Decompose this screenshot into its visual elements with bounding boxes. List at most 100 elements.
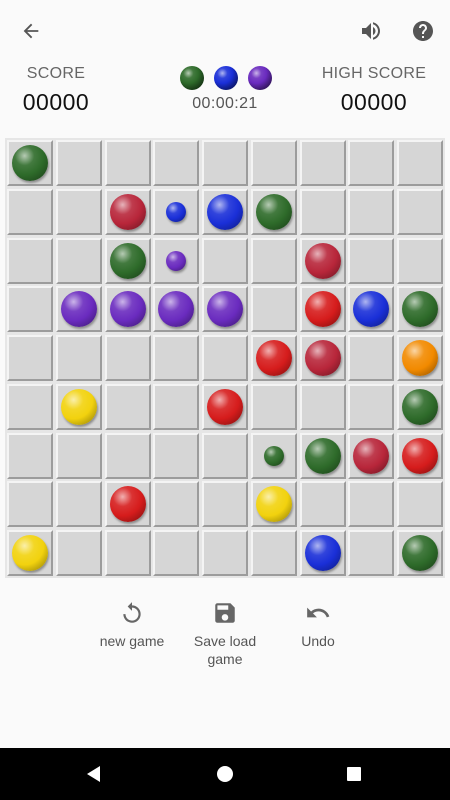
nav-recent-square-icon [347,767,361,781]
ball-green[interactable] [304,437,341,474]
ball-red[interactable] [255,340,292,376]
board-cell-r6-c0[interactable] [7,432,53,479]
ball-green[interactable] [402,291,438,328]
system-nav-bar [0,748,450,800]
board-cell-r5-c7[interactable] [348,383,395,430]
undo-button[interactable]: Undo [288,600,348,650]
board-cell-r8-c7[interactable] [348,530,395,576]
board-cell-r2-c5[interactable] [250,237,297,284]
ball-green[interactable] [109,242,146,279]
board-cell-r5-c6[interactable] [299,383,346,430]
board-cell-r5-c5[interactable] [250,383,297,430]
ball-green[interactable] [12,145,48,181]
board-cell-r8-c3[interactable] [153,530,200,576]
board-cell-r0-c3[interactable] [153,140,200,186]
board-cell-r7-c4[interactable] [202,481,248,528]
board-cell-r2-c7[interactable] [348,237,395,284]
ball-green[interactable] [255,193,292,230]
ball-red[interactable] [402,437,438,474]
next-ball-marker-purple[interactable] [166,250,187,271]
sound-button[interactable] [351,11,391,51]
new-game-button[interactable]: new game [92,600,172,650]
board-cell-r1-c6[interactable] [299,188,346,235]
board-cell-r8-c4[interactable] [202,530,248,576]
board-cell-r4-c2[interactable] [104,335,151,381]
back-button[interactable] [11,11,51,51]
ball-yellow[interactable] [12,535,48,571]
board-cell-r0-c7[interactable] [348,140,395,186]
board-cell-r7-c7[interactable] [348,481,395,528]
nav-recent-button[interactable] [340,760,368,788]
board-cell-r0-c6[interactable] [299,140,346,186]
board-cell-r2-c8[interactable] [397,237,443,284]
ball-yellow[interactable] [255,486,292,523]
save-load-button[interactable]: Save load game [182,600,268,668]
board-cell-r0-c4[interactable] [202,140,248,186]
board-cell-r1-c7[interactable] [348,188,395,235]
score-value: 00000 [22,89,90,115]
board-cell-r3-c0[interactable] [7,286,53,333]
board-cell-r4-c3[interactable] [153,335,200,381]
board-cell-r7-c6[interactable] [299,481,346,528]
ball-dark-red[interactable] [304,340,341,376]
arrow-left-icon [23,23,39,39]
next-ball-marker-blue[interactable] [166,201,187,222]
ball-dark-red[interactable] [109,193,146,230]
board-cell-r0-c8[interactable] [397,140,443,186]
board-cell-r2-c0[interactable] [7,237,53,284]
ball-purple[interactable] [109,291,146,328]
refresh-icon [123,602,141,623]
ball-dark-red[interactable] [353,437,390,474]
board-cell-r4-c0[interactable] [7,335,53,381]
ball-purple[interactable] [60,291,97,328]
volume-icon [362,22,380,40]
board-cell-r2-c4[interactable] [202,237,248,284]
board-cell-r5-c3[interactable] [153,383,200,430]
board-cell-r6-c2[interactable] [104,432,151,479]
board-cell-r6-c3[interactable] [153,432,200,479]
board-cell-r7-c8[interactable] [397,481,443,528]
ball-green[interactable] [402,388,438,425]
board-cell-r8-c5[interactable] [250,530,297,576]
high-score-value: 00000 [340,89,408,115]
board-cell-r7-c3[interactable] [153,481,200,528]
board-cell-r0-c5[interactable] [250,140,297,186]
board-cell-r5-c0[interactable] [7,383,53,430]
ball-red[interactable] [304,291,341,328]
nav-home-button[interactable] [211,760,239,788]
ball-green[interactable] [402,535,438,571]
board-cell-r8-c2[interactable] [104,530,151,576]
high-score-panel: HIGH SCORE 00000 [309,64,439,120]
help-button[interactable] [403,11,443,51]
board-cell-r1-c1[interactable] [55,188,102,235]
score-panel: SCORE 00000 [1,64,111,120]
board-cell-r4-c1[interactable] [55,335,102,381]
board-cell-r7-c1[interactable] [55,481,102,528]
board-cell-r4-c4[interactable] [202,335,248,381]
save-icon [215,603,235,623]
next-ball-marker-green[interactable] [263,445,284,466]
board-cell-r1-c0[interactable] [7,188,53,235]
nav-back-button[interactable] [80,760,108,788]
ball-blue[interactable] [207,193,243,230]
board-cell-r2-c1[interactable] [55,237,102,284]
board-cell-r3-c5[interactable] [250,286,297,333]
board-cell-r8-c1[interactable] [55,530,102,576]
board-cell-r4-c7[interactable] [348,335,395,381]
ball-orange[interactable] [402,340,438,376]
board-cell-r0-c2[interactable] [104,140,151,186]
ball-dark-red[interactable] [304,242,341,279]
ball-purple[interactable] [207,291,243,328]
ball-blue[interactable] [304,535,341,571]
board-cell-r6-c1[interactable] [55,432,102,479]
board-cell-r5-c2[interactable] [104,383,151,430]
board-cell-r1-c8[interactable] [397,188,443,235]
ball-red[interactable] [109,486,146,523]
board-cell-r6-c4[interactable] [202,432,248,479]
board-cell-r0-c1[interactable] [55,140,102,186]
ball-yellow[interactable] [60,388,97,425]
board-cell-r7-c0[interactable] [7,481,53,528]
action-bar: new game Save load game Undo [0,600,450,680]
new-game-label: new game [99,633,165,649]
ball-red[interactable] [207,388,243,425]
